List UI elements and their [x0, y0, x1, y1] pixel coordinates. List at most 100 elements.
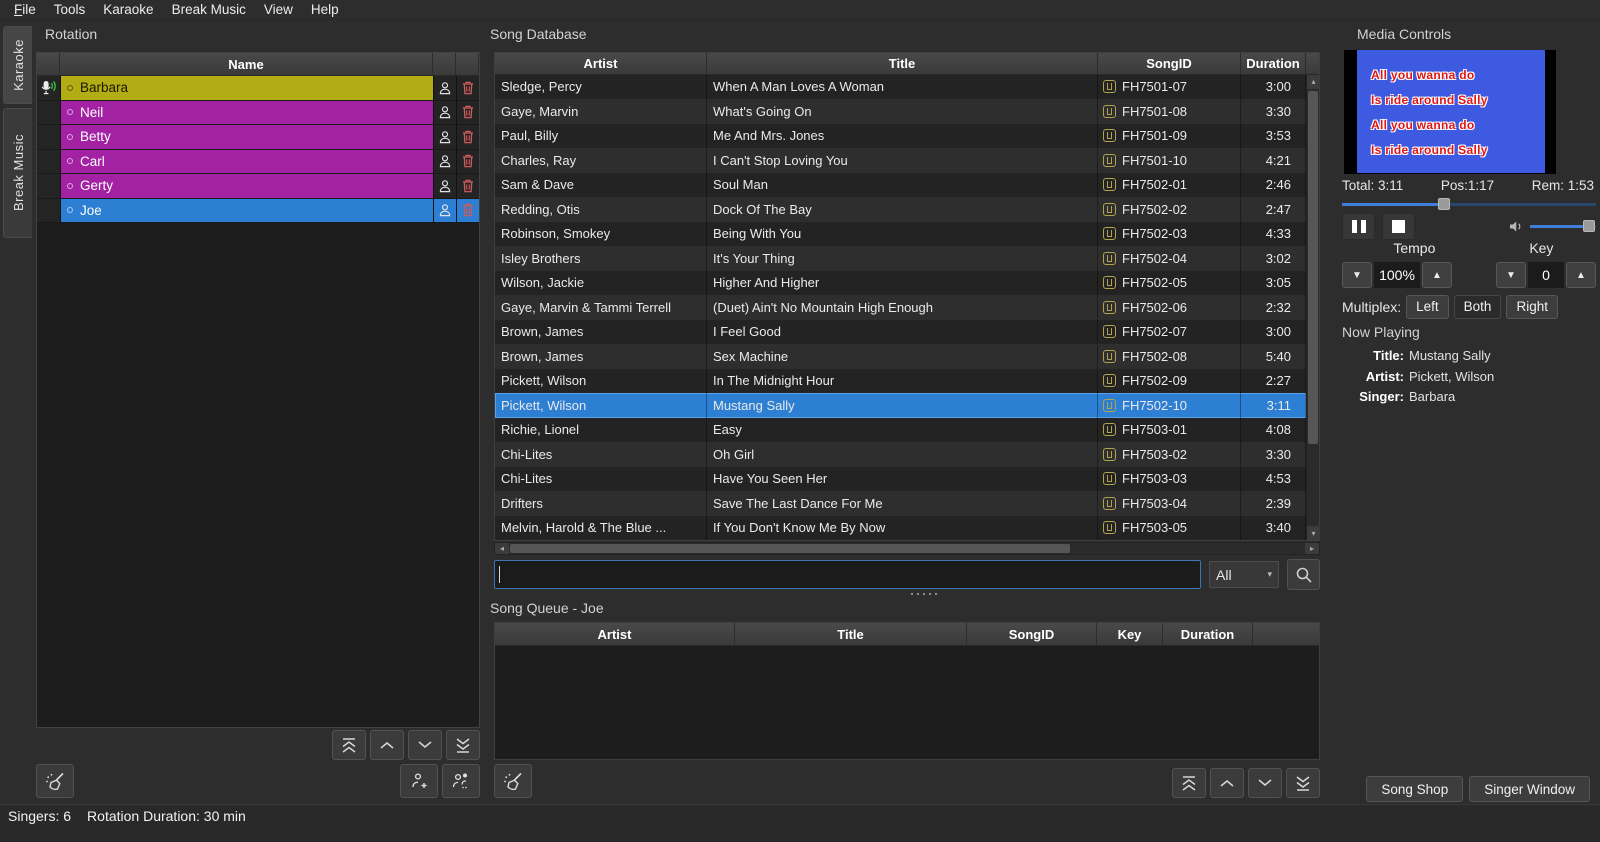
singer-delete-button[interactable] — [456, 125, 479, 150]
singer-profile-button[interactable] — [433, 76, 456, 101]
song-row[interactable]: Brown, James Sex Machine FH7502-08 5:40 — [495, 344, 1306, 369]
scroll-down-icon[interactable]: ▾ — [1307, 526, 1320, 540]
tab-break-music[interactable]: Break Music — [3, 108, 32, 238]
singer-name-cell[interactable]: Gerty — [60, 174, 433, 199]
rotation-profile-column-header[interactable] — [433, 53, 456, 75]
panel-splitter-handle[interactable] — [911, 593, 941, 595]
singer-profile-button[interactable] — [433, 150, 456, 175]
song-row[interactable]: Gaye, Marvin What's Going On FH7501-08 3… — [495, 99, 1306, 124]
menu-item[interactable]: Karaoke — [94, 1, 162, 19]
rotation-delete-column-header[interactable] — [456, 53, 479, 75]
search-filter-dropdown[interactable]: All ▾ — [1209, 561, 1279, 588]
clear-rotation-button[interactable] — [36, 764, 74, 798]
rotation-mic-column-header[interactable] — [37, 53, 60, 75]
horizontal-scroll-thumb[interactable] — [510, 544, 1070, 553]
rotation-singer-row[interactable]: Joe — [37, 199, 479, 224]
singer-delete-button[interactable] — [456, 150, 479, 175]
rotation-name-column-header[interactable]: Name — [60, 53, 433, 75]
rotation-singer-row[interactable]: Carl — [37, 150, 479, 175]
queue-move-down-button[interactable] — [1248, 768, 1282, 798]
tempo-decrease-button[interactable]: ▼ — [1342, 262, 1372, 288]
song-row[interactable]: Pickett, Wilson In The Midnight Hour FH7… — [495, 369, 1306, 394]
song-row[interactable]: Robinson, Smokey Being With You FH7502-0… — [495, 222, 1306, 247]
singer-name-cell[interactable]: Neil — [60, 101, 433, 126]
multiplex-option-button[interactable]: Left — [1406, 295, 1449, 319]
singer-profile-button[interactable] — [433, 199, 456, 224]
song-table-horizontal-scrollbar[interactable]: ◂ ▸ — [494, 542, 1320, 555]
song-row[interactable]: Pickett, Wilson Mustang Sally FH7502-10 … — [495, 393, 1306, 418]
menu-item[interactable]: Break Music — [163, 1, 255, 19]
menu-item[interactable]: View — [255, 1, 302, 19]
rotation-move-to-top-button[interactable] — [332, 730, 366, 760]
column-header-title[interactable]: Title — [707, 53, 1098, 74]
queue-column-artist[interactable]: Artist — [495, 623, 735, 645]
key-increase-button[interactable]: ▲ — [1566, 262, 1596, 288]
menu-item[interactable]: File — [5, 1, 45, 19]
queue-move-to-top-button[interactable] — [1172, 768, 1206, 798]
seek-slider[interactable] — [1342, 198, 1596, 210]
rotation-singer-row[interactable]: Betty — [37, 125, 479, 150]
singer-delete-button[interactable] — [456, 174, 479, 199]
singer-name-cell[interactable]: Joe — [60, 199, 433, 224]
singer-profile-button[interactable] — [433, 174, 456, 199]
song-row[interactable]: Brown, James I Feel Good FH7502-07 3:00 — [495, 320, 1306, 345]
queue-move-up-button[interactable] — [1210, 768, 1244, 798]
multiplex-option-button[interactable]: Both — [1454, 295, 1502, 319]
song-row[interactable]: Drifters Save The Last Dance For Me FH75… — [495, 491, 1306, 516]
song-row[interactable]: Melvin, Harold & The Blue ... If You Don… — [495, 516, 1306, 541]
song-row[interactable]: Chi-Lites Oh Girl FH7503-02 3:30 — [495, 442, 1306, 467]
song-row[interactable]: Redding, Otis Dock Of The Bay FH7502-02 … — [495, 197, 1306, 222]
queue-column-duration[interactable]: Duration — [1163, 623, 1253, 645]
singer-delete-button[interactable] — [456, 101, 479, 126]
search-input[interactable] — [494, 560, 1201, 589]
clear-queue-button[interactable] — [494, 764, 532, 798]
pause-button[interactable] — [1342, 213, 1375, 240]
scroll-left-icon[interactable]: ◂ — [495, 543, 509, 554]
volume-slider[interactable] — [1530, 220, 1596, 232]
menu-item[interactable]: Help — [302, 1, 348, 19]
song-shop-button[interactable]: Song Shop — [1366, 776, 1463, 802]
multiplex-option-button[interactable]: Right — [1506, 295, 1558, 319]
scroll-up-icon[interactable]: ▴ — [1307, 75, 1320, 89]
tempo-increase-button[interactable]: ▲ — [1422, 262, 1452, 288]
rotation-singer-row[interactable]: Neil — [37, 101, 479, 126]
rotation-singer-row[interactable]: Gerty — [37, 174, 479, 199]
rotation-singer-row[interactable]: Barbara — [37, 76, 479, 101]
singer-profile-button[interactable] — [433, 125, 456, 150]
song-row[interactable]: Gaye, Marvin & Tammi Terrell (Duet) Ain'… — [495, 295, 1306, 320]
singer-profile-button[interactable] — [433, 101, 456, 126]
vertical-scroll-thumb[interactable] — [1308, 91, 1318, 445]
scroll-right-icon[interactable]: ▸ — [1305, 543, 1319, 554]
song-row[interactable]: Wilson, Jackie Higher And Higher FH7502-… — [495, 271, 1306, 296]
regular-singers-button[interactable] — [442, 764, 480, 798]
singer-name-cell[interactable]: Betty — [60, 125, 433, 150]
queue-column-title[interactable]: Title — [735, 623, 967, 645]
queue-column-songid[interactable]: SongID — [967, 623, 1097, 645]
singer-delete-button[interactable] — [456, 76, 479, 101]
column-header-artist[interactable]: Artist — [495, 53, 707, 74]
singer-delete-button[interactable] — [456, 199, 479, 224]
stop-button[interactable] — [1382, 213, 1415, 240]
seek-slider-handle[interactable] — [1438, 198, 1450, 210]
song-row[interactable]: Charles, Ray I Can't Stop Loving You FH7… — [495, 148, 1306, 173]
singer-window-button[interactable]: Singer Window — [1469, 776, 1590, 802]
song-row[interactable]: Sam & Dave Soul Man FH7502-01 2:46 — [495, 173, 1306, 198]
search-button[interactable] — [1287, 559, 1320, 590]
column-header-songid[interactable]: SongID — [1098, 53, 1241, 74]
song-row[interactable]: Isley Brothers It's Your Thing FH7502-04… — [495, 246, 1306, 271]
menu-item[interactable]: Tools — [45, 1, 95, 19]
key-decrease-button[interactable]: ▼ — [1496, 262, 1526, 288]
rotation-move-up-button[interactable] — [370, 730, 404, 760]
singer-name-cell[interactable]: Carl — [60, 150, 433, 175]
volume-slider-handle[interactable] — [1583, 220, 1595, 232]
song-table-vertical-scrollbar[interactable]: ▴ ▾ — [1306, 75, 1319, 541]
song-row[interactable]: Sledge, Percy When A Man Loves A Woman F… — [495, 75, 1306, 100]
add-singer-button[interactable] — [400, 764, 438, 798]
song-row[interactable]: Paul, Billy Me And Mrs. Jones FH7501-09 … — [495, 124, 1306, 149]
song-row[interactable]: Chi-Lites Have You Seen Her FH7503-03 4:… — [495, 467, 1306, 492]
tab-karaoke[interactable]: Karaoke — [3, 26, 32, 104]
column-header-duration[interactable]: Duration — [1241, 53, 1306, 74]
queue-column-key[interactable]: Key — [1097, 623, 1163, 645]
singer-name-cell[interactable]: Barbara — [60, 76, 433, 101]
rotation-move-down-button[interactable] — [408, 730, 442, 760]
